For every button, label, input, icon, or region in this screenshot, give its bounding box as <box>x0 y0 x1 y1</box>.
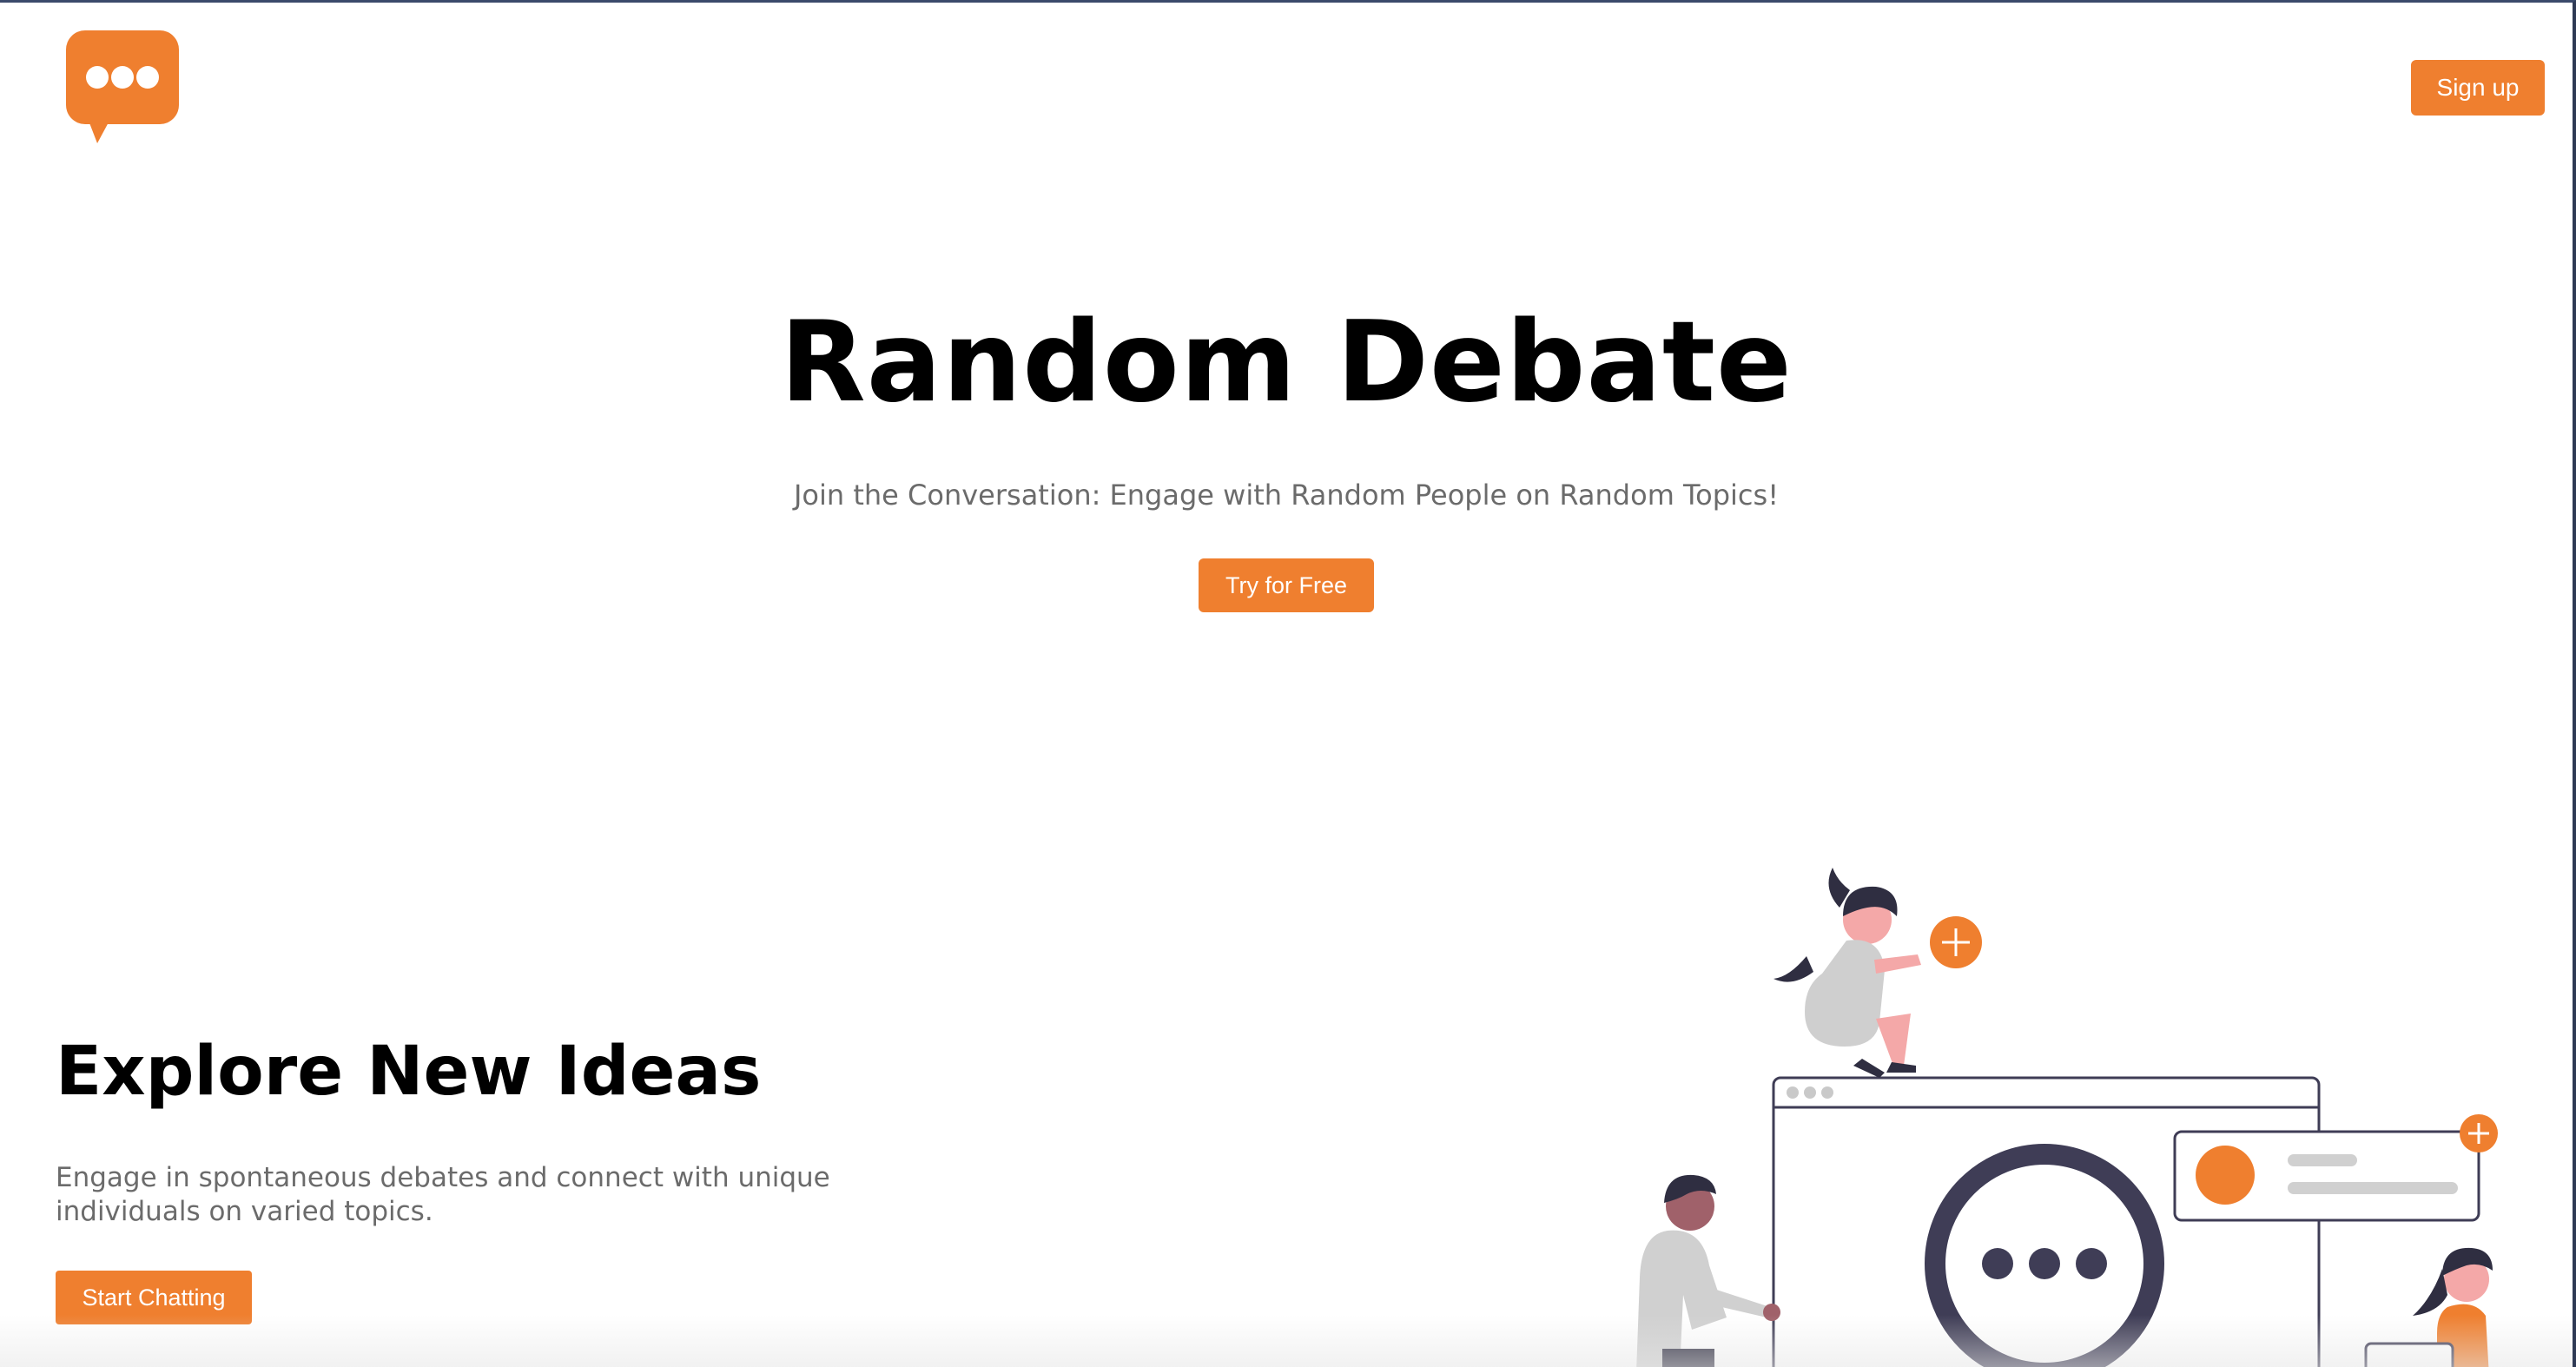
hero-subtitle: Join the Conversation: Engage with Rando… <box>793 479 1780 512</box>
section-title: Explore New Ideas <box>56 1033 762 1111</box>
start-chatting-button[interactable]: Start Chatting <box>56 1271 252 1324</box>
signup-button[interactable]: Sign up <box>2411 60 2545 116</box>
people-chatting-illustration <box>1636 868 2498 1367</box>
section-description: Engage in spontaneous debates and connec… <box>56 1162 830 1227</box>
chat-bubble-icon[interactable] <box>66 30 179 145</box>
page-title: Random Debate <box>780 298 1793 427</box>
try-for-free-button[interactable]: Try for Free <box>1199 558 1374 612</box>
